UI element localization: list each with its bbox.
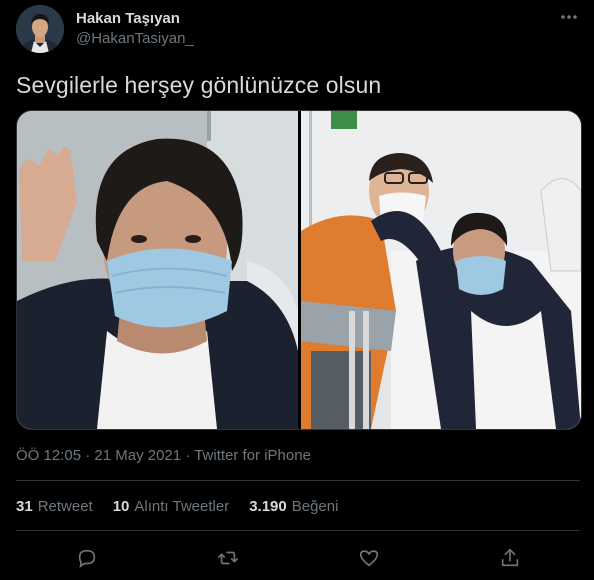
tweet-time[interactable]: ÖÖ 12:05 [16,447,81,464]
tweet-date[interactable]: 21 May 2021 [94,447,181,464]
divider [16,530,580,531]
tweet-text: Sevgilerle herşey gönlünüzce olsun [16,72,382,98]
avatar-image [16,5,64,53]
media-photo-1[interactable] [17,111,298,429]
meta-separator: · [81,447,95,464]
author-display-name[interactable]: Hakan Taşıyan [76,10,180,27]
quotes-stat[interactable]: 10 Alıntı Tweetler [113,498,229,515]
tweet-meta: ÖÖ 12:05 · 21 May 2021 · Twitter for iPh… [16,447,311,464]
retweets-label: Retweet [37,498,93,515]
retweets-stat[interactable]: 31 Retweet [16,498,93,515]
heart-icon[interactable] [355,544,383,572]
meta-separator: · [181,447,195,464]
media-photo-2[interactable] [301,111,581,429]
likes-count: 3.190 [249,498,287,515]
share-icon[interactable] [496,544,524,572]
quotes-label: Alıntı Tweetler [134,498,230,515]
retweet-icon[interactable] [214,544,242,572]
quotes-count: 10 [112,498,130,515]
tweet: Hakan Taşıyan @HakanTasiyan_ Sevgilerle … [0,0,594,580]
more-icon[interactable] [558,6,580,28]
avatar[interactable] [16,5,64,53]
reply-icon[interactable] [73,544,101,572]
tweet-stats: 31 Retweet 10 Alıntı Tweetler 3.190 Beğeni [16,498,338,515]
tweet-source[interactable]: Twitter for iPhone [194,447,311,464]
likes-label: Beğeni [291,498,339,515]
tweet-media [16,110,582,430]
divider [16,480,580,481]
retweets-count: 31 [16,498,33,515]
likes-stat[interactable]: 3.190 Beğeni [249,498,338,515]
author-handle[interactable]: @HakanTasiyan_ [76,30,194,47]
tweet-actions [0,544,594,572]
